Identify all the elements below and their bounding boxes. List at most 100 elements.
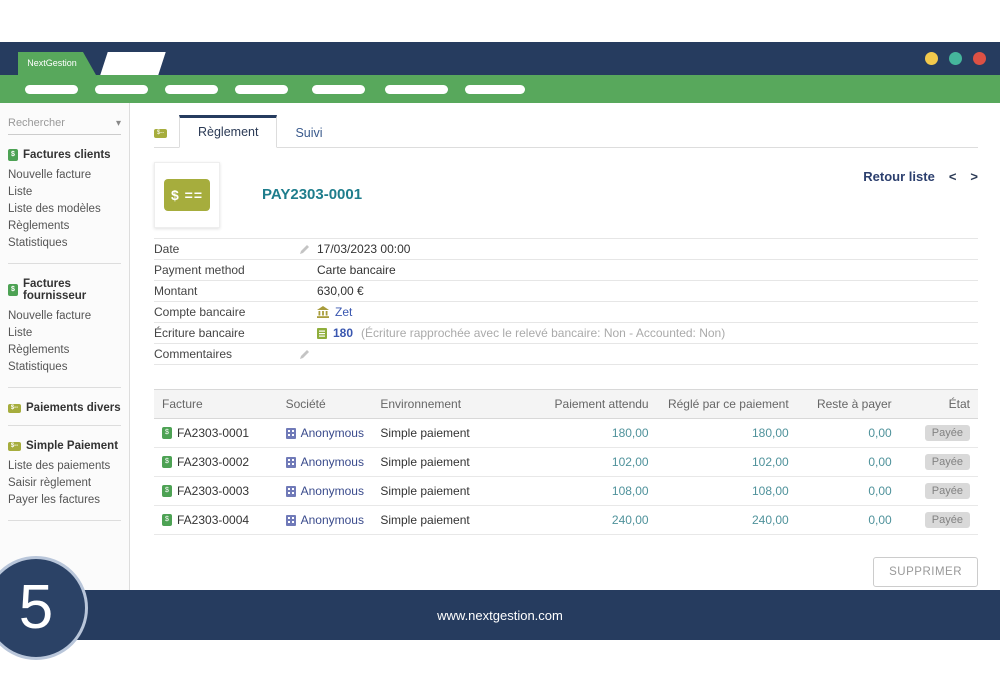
detail-row-ecriture-bancaire: Écriture bancaire 180 (Écriture rapproch… [154, 323, 978, 344]
invoice-link[interactable]: FA2303-0004 [177, 513, 249, 527]
next-icon[interactable]: > [970, 169, 978, 184]
footer-url: www.nextgestion.com [437, 608, 563, 623]
pencil-icon[interactable] [299, 243, 311, 255]
invoice-icon: $ [162, 514, 172, 526]
tab-suivi[interactable]: Suivi [277, 119, 340, 148]
money-icon: $-- [8, 404, 21, 413]
environment-cell: Simple paiement [372, 419, 512, 448]
main-navbar [0, 75, 1000, 103]
bank-account-link[interactable]: Zet [335, 305, 352, 319]
nav-pill[interactable] [25, 85, 78, 94]
col-facture: Facture [154, 390, 278, 419]
field-label: Commentaires [154, 347, 299, 361]
sidebar-item-payer-factures[interactable]: Payer les factures [8, 492, 121, 509]
paid-amount: 180,00 [657, 419, 797, 448]
table-header-row: Facture Société Environnement Paiement a… [154, 390, 978, 419]
company-icon [286, 428, 296, 439]
status-badge: Payée [925, 512, 970, 528]
divider [8, 387, 121, 388]
paid-amount: 102,00 [657, 448, 797, 477]
invoice-icon: $ [162, 456, 172, 468]
company-link[interactable]: Anonymous [301, 484, 364, 498]
detail-row-date: Date 17/03/2023 00:00 [154, 239, 978, 260]
sidebar-item-liste-paiements[interactable]: Liste des paiements [8, 458, 121, 475]
search-input[interactable]: Rechercher ▾ [8, 117, 121, 135]
prev-icon[interactable]: < [949, 169, 957, 184]
money-check-icon: $ == [164, 179, 210, 211]
table-row: $FA2303-0004 Anonymous Simple paiement 2… [154, 506, 978, 535]
delete-button[interactable]: SUPPRIMER [873, 557, 978, 587]
nav-pill[interactable] [235, 85, 288, 94]
table-row: $ FA2303-0003 Anonymous Simple paiement 1… [154, 477, 978, 506]
yellow-dot-icon[interactable] [925, 52, 938, 65]
paid-amount: 108,00 [657, 477, 797, 506]
invoice-icon: $ [8, 149, 18, 161]
invoice-link[interactable]: FA2303-0003 [177, 484, 249, 498]
invoice-link[interactable]: FA2303-0002 [177, 455, 249, 469]
nav-pill[interactable] [165, 85, 218, 94]
nav-pill[interactable] [95, 85, 148, 94]
field-label: Montant [154, 284, 299, 298]
page-title: PAY2303-0001 [262, 186, 362, 203]
environment-cell: Simple paiement [372, 477, 512, 506]
company-link[interactable]: Anonymous [301, 513, 364, 527]
tab-reglement[interactable]: Règlement [179, 115, 277, 148]
page-number: 5 [19, 577, 53, 639]
back-to-list-link[interactable]: Retour liste [863, 169, 935, 184]
invoice-link[interactable]: FA2303-0001 [177, 426, 249, 440]
payment-header: $ == PAY2303-0001 Retour liste < > [154, 161, 978, 228]
brand-tab[interactable]: NextGestion [18, 52, 96, 75]
red-dot-icon[interactable] [973, 52, 986, 65]
nav-pill[interactable] [385, 85, 448, 94]
divider [8, 520, 121, 521]
sidebar-item-liste[interactable]: Liste [8, 325, 121, 342]
bank-entry-link[interactable]: 180 [333, 326, 353, 340]
teal-dot-icon[interactable] [949, 52, 962, 65]
col-societe: Société [278, 390, 373, 419]
payment-details: Date 17/03/2023 00:00 Payment method Car… [154, 238, 978, 365]
app-window: NextGestion Rechercher ▾ $ Factures clie… [0, 42, 1000, 640]
pencil-icon[interactable] [299, 348, 311, 360]
field-label: Écriture bancaire [154, 326, 299, 340]
col-etat: État [900, 390, 978, 419]
ledger-icon [317, 328, 327, 339]
sidebar-item-statistiques[interactable]: Statistiques [8, 235, 121, 252]
company-icon [286, 457, 296, 468]
company-icon [286, 486, 296, 497]
nav-pill[interactable] [312, 85, 365, 94]
tab-bar: $-- Règlement Suivi [154, 116, 978, 148]
search-placeholder: Rechercher [8, 117, 65, 129]
detail-row-compte-bancaire: Compte bancaire Zet [154, 302, 978, 323]
field-value: Carte bancaire [317, 263, 396, 277]
environment-cell: Simple paiement [372, 506, 512, 535]
sidebar-item-reglements[interactable]: Règlements [8, 342, 121, 359]
status-badge: Payée [925, 454, 970, 470]
sidebar-item-paiements-divers[interactable]: $-- Paiements divers [8, 402, 121, 414]
nav-pill[interactable] [465, 85, 525, 94]
field-label: Payment method [154, 263, 299, 277]
sidebar-item-nouvelle-facture[interactable]: Nouvelle facture [8, 167, 121, 184]
detail-row-payment-method: Payment method Carte bancaire [154, 260, 978, 281]
sidebar-item-simple-paiement[interactable]: $-- Simple Paiement [8, 440, 121, 452]
sidebar-item-reglements[interactable]: Règlements [8, 218, 121, 235]
remaining-amount: 0,00 [797, 506, 900, 535]
invoice-icon: $ [162, 485, 172, 497]
sidebar-item-statistiques[interactable]: Statistiques [8, 359, 121, 376]
sidebar-item-liste[interactable]: Liste [8, 184, 121, 201]
bank-entry-note: (Écriture rapprochée avec le relevé banc… [361, 326, 725, 340]
sidebar-item-factures-fournisseur[interactable]: $ Factures fournisseur [8, 278, 121, 302]
company-link[interactable]: Anonymous [301, 455, 364, 469]
sidebar-item-nouvelle-facture[interactable]: Nouvelle facture [8, 308, 121, 325]
sidebar-item-liste-modeles[interactable]: Liste des modèles [8, 201, 121, 218]
blank-tab[interactable] [100, 52, 165, 75]
divider [8, 425, 121, 426]
field-label: Compte bancaire [154, 305, 299, 319]
expected-amount: 180,00 [512, 419, 656, 448]
sidebar-item-factures-clients[interactable]: $ Factures clients [8, 149, 121, 161]
invoice-icon: $ [162, 427, 172, 439]
bank-icon [317, 306, 329, 318]
divider [8, 263, 121, 264]
company-link[interactable]: Anonymous [301, 426, 364, 440]
sidebar-item-saisir-reglement[interactable]: Saisir règlement [8, 475, 121, 492]
detail-row-commentaires: Commentaires [154, 344, 978, 365]
